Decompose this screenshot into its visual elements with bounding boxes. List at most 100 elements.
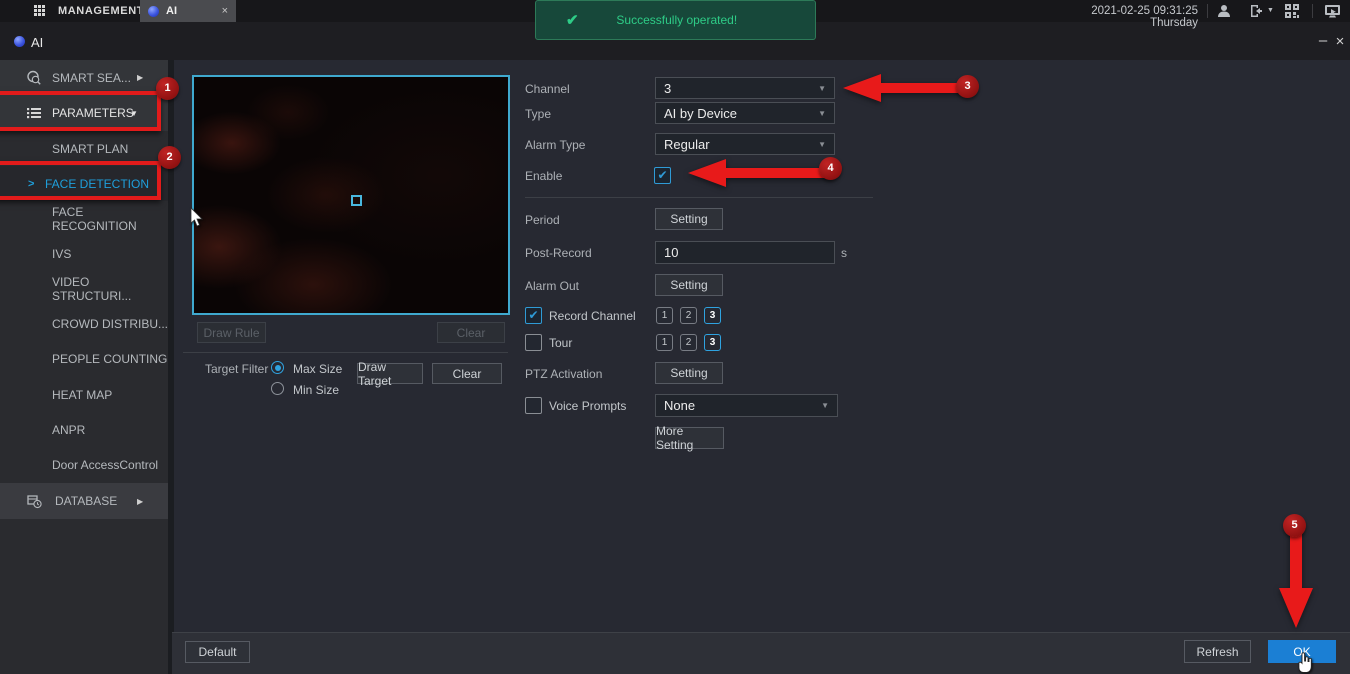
- tour-1-chip[interactable]: 1: [656, 334, 673, 351]
- mouse-hand-cursor: [1296, 652, 1314, 674]
- footer-bar: [172, 632, 1350, 674]
- post-record-unit: s: [841, 246, 847, 260]
- sidebar-item-crowd-distribution[interactable]: CROWD DISTRIBU...: [0, 306, 168, 341]
- target-filter-label: Target Filter: [205, 362, 268, 376]
- dropdown-caret-icon: ▼: [821, 401, 829, 410]
- logout-caret-icon[interactable]: ▼: [1267, 7, 1274, 14]
- sidebar-label: IVS: [52, 247, 71, 261]
- refresh-button[interactable]: Refresh: [1184, 640, 1251, 663]
- more-setting-button[interactable]: More Setting: [655, 427, 724, 449]
- sidebar-label: Door AccessControl: [52, 458, 158, 472]
- record-channel-label: Record Channel: [549, 309, 636, 323]
- annotation-badge-4: 4: [819, 157, 842, 180]
- annotation-arrow-4: [686, 157, 836, 189]
- annotation-box-parameters: [0, 91, 161, 131]
- minimize-icon[interactable]: –: [1316, 32, 1330, 49]
- tab-ai[interactable]: AI ×: [140, 0, 236, 22]
- record-channel-2-chip[interactable]: 2: [680, 307, 697, 324]
- max-size-label: Max Size: [293, 362, 342, 376]
- sidebar-label: ANPR: [52, 423, 85, 437]
- sidebar-item-heat-map[interactable]: HEAT MAP: [0, 377, 168, 412]
- sidebar-nav: SMART SEA... ▶ PARAMETERS ▼ SMART PLAN >…: [0, 60, 168, 674]
- topbar-separator: [1207, 4, 1208, 18]
- clear-target-button[interactable]: Clear: [432, 363, 502, 384]
- channel-dropdown[interactable]: 3 ▼: [655, 77, 835, 99]
- alarm-type-value: Regular: [664, 137, 710, 152]
- datetime-display: 2021-02-25 09:31:25 Thursday: [1048, 5, 1198, 29]
- management-menu[interactable]: MANAGEMENT: [58, 5, 144, 17]
- tour-checkbox[interactable]: [525, 334, 542, 351]
- annotation-badge-5: 5: [1283, 514, 1306, 537]
- ai-config-window: MANAGEMENT AI × 2021-02-25 09:31:25 Thur…: [0, 0, 1350, 674]
- apps-grid-icon[interactable]: [34, 5, 47, 18]
- min-size-label: Min Size: [293, 383, 339, 397]
- logout-icon[interactable]: [1248, 3, 1264, 19]
- sidebar-item-people-counting[interactable]: PEOPLE COUNTING: [0, 341, 168, 377]
- sidebar-label: VIDEO STRUCTURI...: [52, 275, 168, 303]
- sidebar-item-door-access-control[interactable]: Door AccessControl: [0, 447, 168, 483]
- period-setting-button[interactable]: Setting: [655, 208, 723, 230]
- post-record-label: Post-Record: [525, 246, 592, 260]
- expand-right-icon: ▶: [137, 73, 143, 82]
- window-title: AI: [31, 35, 43, 50]
- form-divider: [525, 197, 873, 198]
- display-icon[interactable]: [1324, 3, 1341, 19]
- type-label: Type: [525, 107, 551, 121]
- sidebar-item-video-structuring[interactable]: VIDEO STRUCTURI...: [0, 271, 168, 306]
- user-icon[interactable]: [1216, 3, 1232, 19]
- record-channel-checkbox[interactable]: ✔: [525, 307, 542, 324]
- annotation-badge-3: 3: [956, 75, 979, 98]
- draw-rule-button[interactable]: Draw Rule: [197, 322, 266, 343]
- toast-message: Successfully operated!: [579, 13, 775, 27]
- video-preview[interactable]: [192, 75, 510, 315]
- ptz-setting-button[interactable]: Setting: [655, 362, 723, 384]
- tour-label: Tour: [549, 336, 572, 350]
- annotation-badge-2: 2: [158, 146, 181, 169]
- alarm-out-setting-button[interactable]: Setting: [655, 274, 723, 296]
- voice-prompts-value: None: [664, 398, 695, 413]
- sidebar-item-smart-search[interactable]: SMART SEA... ▶: [0, 60, 168, 95]
- sidebar-label: DATABASE: [55, 494, 117, 508]
- tab-ai-label: AI: [166, 5, 177, 17]
- alarm-type-dropdown[interactable]: Regular ▼: [655, 133, 835, 155]
- enable-label: Enable: [525, 169, 562, 183]
- sidebar-item-face-recognition[interactable]: FACE RECOGNITION: [0, 201, 168, 236]
- topbar-separator: [1312, 4, 1313, 18]
- alarm-type-label: Alarm Type: [525, 138, 585, 152]
- sidebar-item-ivs[interactable]: IVS: [0, 236, 168, 271]
- post-record-input[interactable]: [655, 241, 835, 264]
- sidebar-item-database[interactable]: DATABASE ▶: [0, 483, 168, 519]
- max-size-radio[interactable]: [271, 361, 284, 374]
- toast-check-icon: ✔: [566, 11, 579, 29]
- qr-code-icon[interactable]: [1284, 3, 1300, 19]
- smart-search-icon: [26, 70, 42, 86]
- record-channel-1-chip[interactable]: 1: [656, 307, 673, 324]
- tour-2-chip[interactable]: 2: [680, 334, 697, 351]
- clear-rule-button[interactable]: Clear: [437, 322, 505, 343]
- type-dropdown[interactable]: AI by Device ▼: [655, 102, 835, 124]
- tour-3-chip[interactable]: 3: [704, 334, 721, 351]
- default-button[interactable]: Default: [185, 641, 250, 663]
- database-icon: [26, 493, 42, 509]
- sidebar-label: PEOPLE COUNTING: [52, 352, 167, 366]
- annotation-badge-1: 1: [156, 77, 179, 100]
- record-channel-3-chip[interactable]: 3: [704, 307, 721, 324]
- sidebar-label: FACE RECOGNITION: [52, 205, 168, 233]
- voice-prompts-dropdown[interactable]: None ▼: [655, 394, 838, 417]
- window-globe-icon: [14, 36, 25, 47]
- target-size-marker[interactable]: [351, 195, 362, 206]
- close-icon[interactable]: ×: [1333, 33, 1347, 50]
- draw-target-button[interactable]: Draw Target: [357, 363, 423, 384]
- mouse-arrow-cursor: [190, 208, 204, 228]
- enable-checkbox[interactable]: ✔: [654, 167, 671, 184]
- sidebar-label: CROWD DISTRIBU...: [52, 317, 168, 331]
- sidebar-item-anpr[interactable]: ANPR: [0, 412, 168, 447]
- alarm-out-label: Alarm Out: [525, 279, 579, 293]
- voice-prompts-checkbox[interactable]: [525, 397, 542, 414]
- type-value: AI by Device: [664, 106, 737, 121]
- tab-close-icon[interactable]: ×: [222, 5, 228, 17]
- channel-label: Channel: [525, 82, 570, 96]
- min-size-radio[interactable]: [271, 382, 284, 395]
- sidebar-label: HEAT MAP: [52, 388, 112, 402]
- sidebar-label: SMART PLAN: [52, 142, 128, 156]
